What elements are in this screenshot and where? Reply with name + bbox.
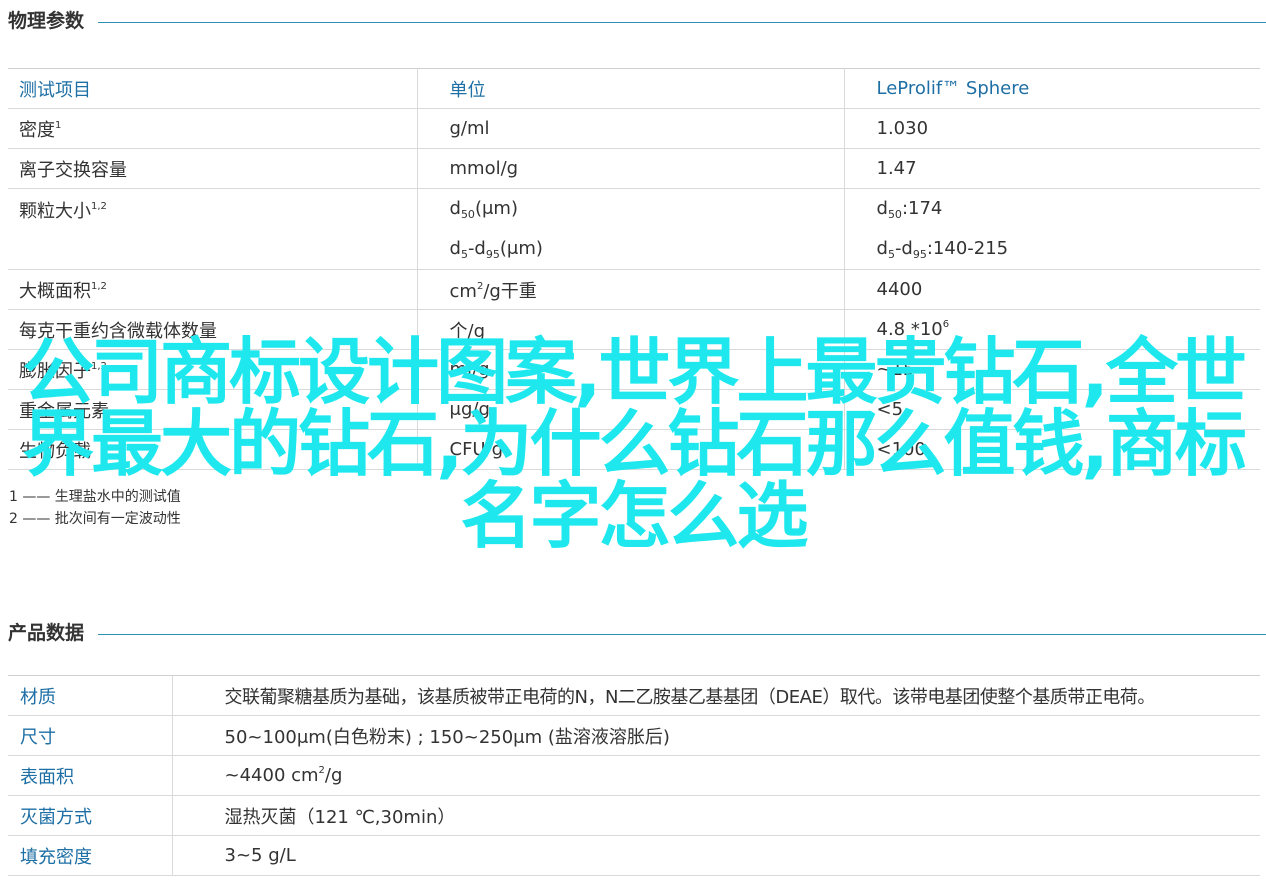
- row-label: 尺寸: [8, 715, 172, 756]
- section-title: 物理参数: [8, 10, 85, 32]
- row-label: 灭菌方式: [8, 795, 172, 836]
- table-row: 材质 交联葡聚糖基质为基础，该基质被带正电荷的N，N二乙胺基乙基基团（DEAE）…: [8, 675, 1260, 716]
- table-row: 每克干重约含微载体数量 个/g 4.8 *106: [8, 309, 1260, 350]
- section-divider: [98, 634, 1266, 635]
- footnotes: 1 —— 生理盐水中的测试值 2 —— 批次间有一定波动性: [9, 486, 181, 530]
- row-label: 填充密度: [8, 835, 172, 876]
- row-value: 3~5 g/L: [171, 835, 1260, 876]
- value-cell: 4400: [843, 269, 1260, 310]
- physical-parameters-table: 测试项目 单位 LeProlif™ Sphere 密度1 g/ml 1.030 …: [8, 68, 1260, 470]
- footnote: 1 —— 生理盐水中的测试值: [9, 489, 181, 505]
- value-cell: 4.8 *106: [843, 309, 1260, 350]
- test-item: 大概面积1,2: [8, 269, 417, 310]
- column-header: LeProlif™ Sphere: [843, 68, 1260, 109]
- value-cell: <5: [843, 389, 1260, 430]
- unit-cell: d50(μm) d5-d95(μm): [416, 188, 844, 270]
- section-divider: [98, 22, 1266, 23]
- column-header: 测试项目: [8, 68, 417, 109]
- table-row: 重金属元素 μg/g <5: [8, 389, 1260, 430]
- test-item: 膨胀因子1,2: [8, 349, 417, 390]
- table-row: 灭菌方式 湿热灭菌（121 ℃,30min）: [8, 795, 1260, 836]
- unit-cell: cm2/g干重: [416, 269, 844, 310]
- unit-cell: CFU/g: [416, 429, 844, 470]
- value-cell: <100: [843, 429, 1260, 470]
- row-value: ~4400 cm2/g: [171, 755, 1260, 796]
- row-value: 50~100μm(白色粉末) ; 150~250μm (盐溶液溶胀后): [171, 715, 1260, 756]
- table-row: 填充密度 3~5 g/L: [8, 835, 1260, 876]
- section-title: 产品数据: [8, 622, 85, 644]
- table-row: 离子交换容量 mmol/g 1.47: [8, 148, 1260, 189]
- value-cell: d50:174 d5-d95:140-215: [843, 188, 1260, 270]
- value-cell: ~15: [843, 349, 1260, 390]
- test-item: 密度1: [8, 108, 417, 149]
- table-row: 膨胀因子1,2 ml/g ~15: [8, 349, 1260, 390]
- unit-cell: μg/g: [416, 389, 844, 430]
- table-row: 表面积 ~4400 cm2/g: [8, 755, 1260, 796]
- value-cell: 1.030: [843, 108, 1260, 149]
- unit-cell: g/ml: [416, 108, 844, 149]
- row-value: 交联葡聚糖基质为基础，该基质被带正电荷的N，N二乙胺基乙基基团（DEAE）取代。…: [171, 675, 1260, 716]
- product-section-header: 产品数据: [8, 618, 1266, 645]
- test-item: 离子交换容量: [8, 148, 417, 189]
- unit-cell: mmol/g: [416, 148, 844, 189]
- physical-section-header: 物理参数: [8, 6, 1266, 33]
- table-row: 密度1 g/ml 1.030: [8, 108, 1260, 149]
- test-item: 重金属元素: [8, 389, 417, 430]
- table-row: 尺寸 50~100μm(白色粉末) ; 150~250μm (盐溶液溶胀后): [8, 715, 1260, 756]
- table-header-row: 测试项目 单位 LeProlif™ Sphere: [8, 68, 1260, 109]
- table-row: 大概面积1,2 cm2/g干重 4400: [8, 269, 1260, 310]
- unit-cell: ml/g: [416, 349, 844, 390]
- table-row: 颗粒大小1,2 d50(μm) d5-d95(μm) d50:174 d5-d9…: [8, 188, 1260, 270]
- row-label: 表面积: [8, 755, 172, 796]
- value-cell: 1.47: [843, 148, 1260, 189]
- test-item: 生物负载: [8, 429, 417, 470]
- product-data-table: 材质 交联葡聚糖基质为基础，该基质被带正电荷的N，N二乙胺基乙基基团（DEAE）…: [8, 675, 1260, 876]
- table-row: 生物负载 CFU/g <100: [8, 429, 1260, 470]
- unit-cell: 个/g: [416, 309, 844, 350]
- test-item: 每克干重约含微载体数量: [8, 309, 417, 350]
- footnote: 2 —— 批次间有一定波动性: [9, 511, 181, 527]
- row-label: 材质: [8, 675, 172, 716]
- test-item: 颗粒大小1,2: [8, 188, 417, 270]
- column-header: 单位: [416, 68, 844, 109]
- row-value: 湿热灭菌（121 ℃,30min）: [171, 795, 1260, 836]
